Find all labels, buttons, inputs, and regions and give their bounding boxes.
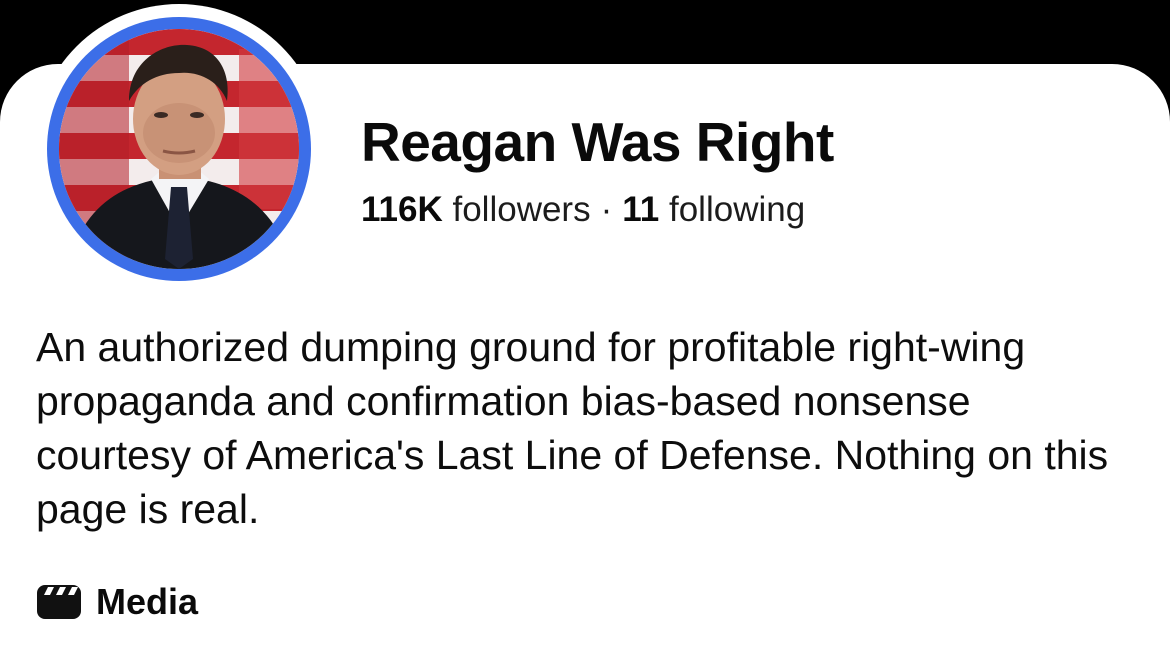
avatar[interactable] xyxy=(59,29,299,269)
following-label: following xyxy=(668,190,806,229)
followers-count: 116K xyxy=(361,190,443,229)
followers-link[interactable]: 116K followers xyxy=(361,190,591,229)
follow-stats: 116K followers · 11 following xyxy=(361,190,805,230)
avatar-portrait-image xyxy=(59,29,299,269)
media-tab[interactable]: Media xyxy=(36,580,198,624)
following-link[interactable]: 11 following xyxy=(622,190,805,229)
stats-separator: · xyxy=(600,190,613,229)
profile-bio: An authorized dumping ground for profita… xyxy=(36,324,1109,532)
media-tab-label: Media xyxy=(96,581,199,622)
page-title: Reagan Was Right xyxy=(361,111,834,173)
clapperboard-icon xyxy=(36,584,82,620)
followers-label: followers xyxy=(452,190,591,229)
following-count: 11 xyxy=(622,190,660,229)
profile-page: Reagan Was Right 116K followers · 11 follo… xyxy=(0,0,1170,658)
